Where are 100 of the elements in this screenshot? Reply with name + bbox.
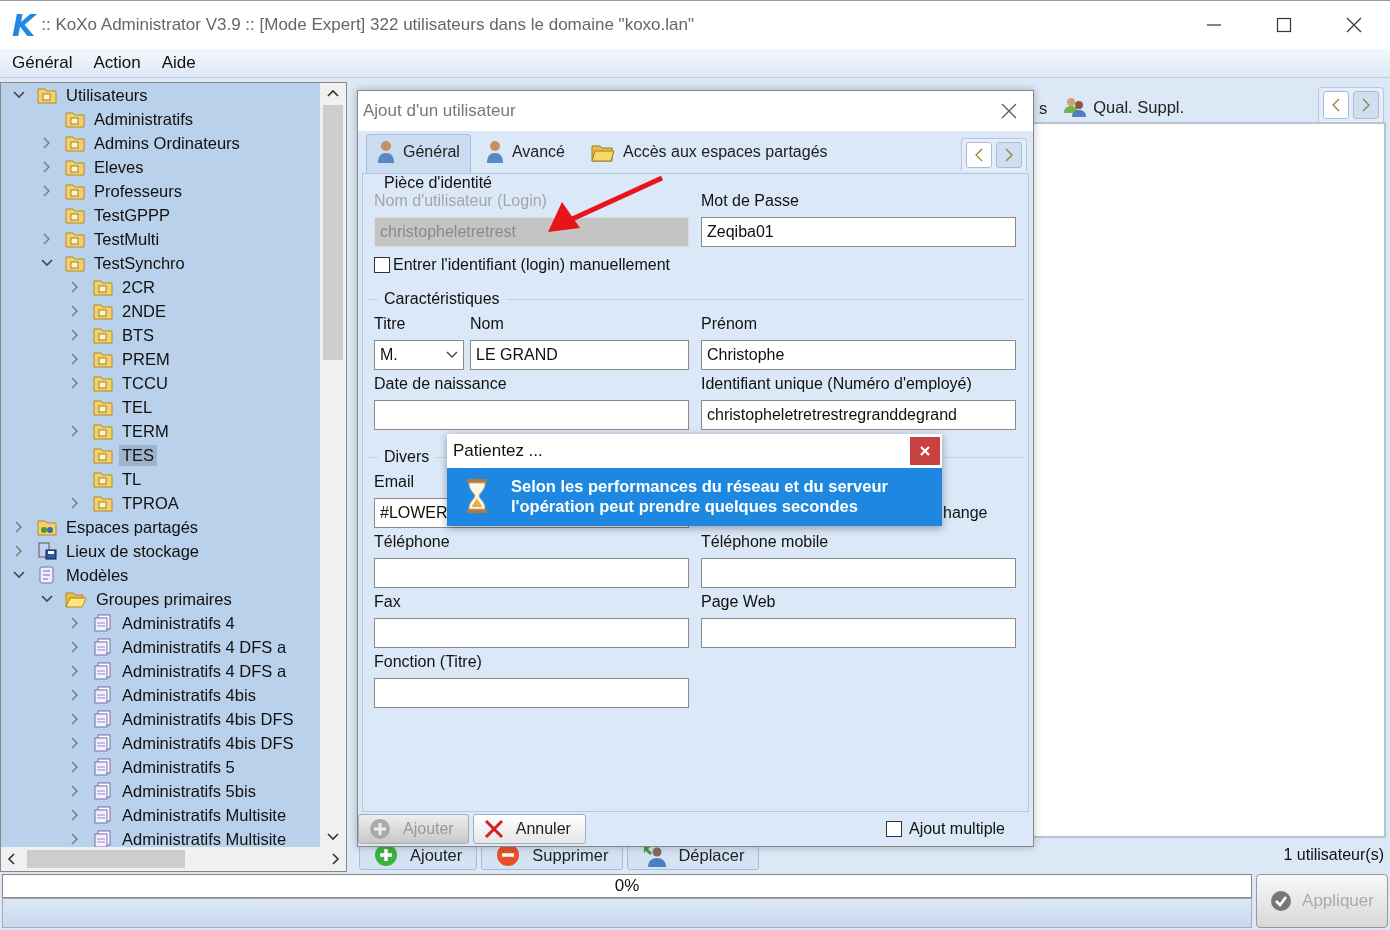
input-field[interactable]: christopheletretrestregranddegrand <box>701 400 1016 430</box>
scroll-left-icon[interactable] <box>7 853 15 865</box>
chevron-right-icon[interactable] <box>71 377 79 389</box>
tab[interactable]: Général <box>366 134 471 173</box>
input-field[interactable] <box>701 618 1016 648</box>
tree-item[interactable]: Modèles <box>63 564 132 586</box>
chevron-right-icon[interactable] <box>15 545 23 557</box>
tree-item[interactable]: TL <box>119 468 145 490</box>
chevron-right-icon[interactable] <box>71 713 79 725</box>
tree-item[interactable]: Administratifs Multisite <box>119 828 290 847</box>
input-field[interactable] <box>374 678 689 708</box>
chevron-right-icon[interactable] <box>71 689 79 701</box>
input-field[interactable] <box>374 558 689 588</box>
chevron-right-icon[interactable] <box>71 497 79 509</box>
chevron-right-icon[interactable] <box>71 281 79 293</box>
tree-item[interactable]: Administratifs 5bis <box>119 780 259 802</box>
tree-item[interactable]: 2CR <box>119 276 158 298</box>
scroll-up-icon[interactable] <box>327 89 339 97</box>
tree-item[interactable]: 2NDE <box>119 300 169 322</box>
checkbox[interactable] <box>885 821 902 837</box>
tree-item[interactable]: Eleves <box>91 156 147 178</box>
chevron-right-icon[interactable] <box>71 737 79 749</box>
tab[interactable]: Qual. Suppl. <box>1063 96 1201 122</box>
tree-item[interactable]: Administratifs 4bis DFS <box>119 708 297 730</box>
scroll-right-icon[interactable] <box>332 853 340 865</box>
chevron-down-icon[interactable] <box>41 259 53 267</box>
tree-item[interactable]: Espaces partagés <box>63 516 202 538</box>
tree-item[interactable]: TPROA <box>119 492 182 514</box>
chevron-right-icon[interactable] <box>71 665 79 677</box>
tree-item[interactable]: Utilisateurs <box>63 84 151 106</box>
input-field[interactable]: Zeqiba01 <box>701 217 1016 247</box>
chevron-right-icon[interactable] <box>43 161 51 173</box>
tree-item[interactable]: Administratifs 4bis DFS <box>119 732 297 754</box>
tree-item[interactable]: Administratifs 4 DFS a <box>119 636 290 658</box>
chevron-right-icon[interactable] <box>71 785 79 797</box>
tree-item[interactable]: Administratifs 4 <box>119 612 238 634</box>
input-field[interactable] <box>374 618 689 648</box>
input-field[interactable] <box>701 558 1016 588</box>
tree-item[interactable]: TestMulti <box>91 228 163 250</box>
tab[interactable]: Accès aux espaces partagés <box>580 134 839 173</box>
chevron-right-icon[interactable] <box>71 353 79 365</box>
chevron-right-icon[interactable] <box>71 617 79 629</box>
close-icon[interactable] <box>1346 17 1362 33</box>
close-icon <box>920 446 930 456</box>
chevron-right-icon[interactable] <box>43 185 51 197</box>
chevron-down-icon[interactable] <box>41 595 53 603</box>
next-button[interactable] <box>996 142 1022 168</box>
tree-item[interactable]: Admins Ordinateurs <box>91 132 243 154</box>
user-icon <box>377 140 395 164</box>
tree-item[interactable]: Groupes primaires <box>93 588 235 610</box>
menu-item[interactable]: Action <box>93 53 141 73</box>
chevron-right-icon[interactable] <box>71 305 79 317</box>
chevron-right-icon[interactable] <box>71 833 79 845</box>
popup-title: Patientez ... <box>453 441 543 461</box>
chevron-down-icon[interactable] <box>13 91 25 99</box>
tree-item[interactable]: TES <box>119 444 158 466</box>
chevron-right-icon[interactable] <box>43 137 51 149</box>
dialog-button[interactable]: Annuler <box>472 814 586 844</box>
tree-item[interactable]: TestGPPP <box>91 204 174 226</box>
next-button[interactable] <box>1353 91 1379 119</box>
tree-item[interactable]: Lieux de stockage <box>63 540 202 562</box>
checkbox[interactable] <box>374 257 390 273</box>
chevron-down-icon[interactable] <box>13 571 25 579</box>
input-field[interactable]: Christophe <box>701 340 1016 370</box>
menu-item[interactable]: Aide <box>161 53 196 73</box>
chevron-right-icon[interactable] <box>71 641 79 653</box>
chevron-right-icon[interactable] <box>43 233 51 245</box>
tree-item[interactable]: Administratifs <box>91 108 197 130</box>
tree-item[interactable]: TERM <box>119 420 172 442</box>
scroll-down-icon[interactable] <box>327 833 339 841</box>
tree-item[interactable]: PREM <box>119 348 173 370</box>
chevron-right-icon[interactable] <box>71 329 79 341</box>
folder-icon <box>93 374 113 392</box>
chevron-right-icon[interactable] <box>15 521 23 533</box>
menu-item[interactable]: Général <box>12 53 73 73</box>
tree-item[interactable]: TestSynchro <box>91 252 188 274</box>
tree-item[interactable]: Administratifs 5 <box>119 756 238 778</box>
tab[interactable]: Avancé <box>474 134 576 173</box>
tree-item[interactable]: Administratifs 4bis <box>119 684 259 706</box>
field-label: Nom <box>470 315 504 334</box>
tree-item[interactable]: TEL <box>119 396 156 418</box>
select-field[interactable]: M. <box>374 340 464 370</box>
tree-item[interactable]: Administratifs 4 DFS a <box>119 660 290 682</box>
input-field[interactable] <box>374 400 689 430</box>
input-field[interactable]: LE GRAND <box>470 340 689 370</box>
close-icon[interactable] <box>1001 103 1017 119</box>
tree-item[interactable]: Professeurs <box>91 180 186 202</box>
chevron-right-icon[interactable] <box>71 761 79 773</box>
previous-button[interactable] <box>1323 91 1349 119</box>
folder-icon <box>93 326 113 344</box>
close-button[interactable] <box>910 437 940 465</box>
tree-item[interactable]: BTS <box>119 324 158 346</box>
tab[interactable]: s <box>1039 99 1064 122</box>
tree-item[interactable]: TCCU <box>119 372 171 394</box>
previous-button[interactable] <box>966 142 992 168</box>
chevron-right-icon[interactable] <box>71 809 79 821</box>
tree-item[interactable]: Administratifs Multisite <box>119 804 290 826</box>
maximize-icon[interactable] <box>1276 17 1292 33</box>
chevron-right-icon[interactable] <box>71 425 79 437</box>
cross-icon <box>483 819 504 839</box>
